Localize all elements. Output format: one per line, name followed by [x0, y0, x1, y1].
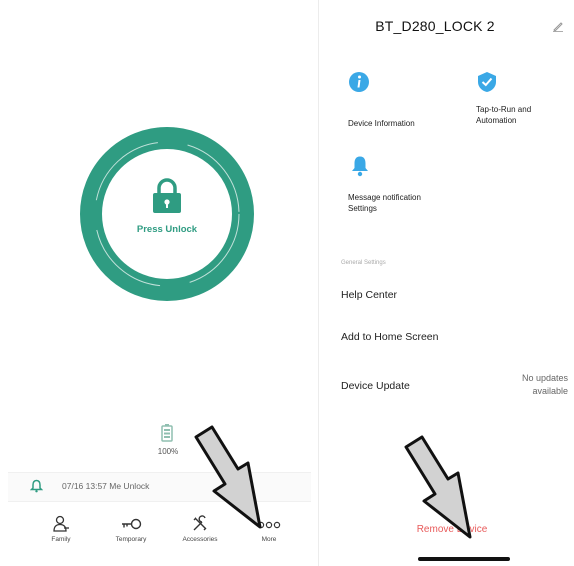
device-update-status-line-1: No updates: [521, 373, 568, 383]
tab-temporary[interactable]: Temporary: [101, 508, 161, 543]
tap-to-run-line-1: Tap-to-Run and: [476, 105, 532, 114]
person-icon: [53, 515, 69, 532]
press-unlock-label: Press Unlock: [136, 224, 198, 235]
tab-more-label: More: [261, 536, 277, 543]
lock-screen-panel: Press Unlock 100% 07/16 13:57 Me Unlock …: [0, 0, 319, 566]
key-icon: [122, 518, 142, 530]
message-notification-line-2: Settings: [348, 204, 377, 213]
check-shield-icon: [478, 72, 496, 92]
battery-percent: 100%: [157, 447, 179, 456]
device-settings-panel: BT_D280_LOCK 2 Device Information Tap-to…: [330, 0, 574, 566]
bottom-tab-bar: Family Temporary Accessories More: [0, 508, 318, 558]
add-to-home-screen-row[interactable]: Add to Home Screen: [341, 331, 438, 343]
section-header-general-settings: General Settings: [341, 260, 386, 266]
tap-to-run-label: Tap-to-Run and Automation: [476, 104, 531, 126]
bell-icon: [352, 156, 368, 177]
tab-accessories-label: Accessories: [182, 536, 218, 543]
unlock-ring: [80, 127, 254, 301]
unlock-button[interactable]: Press Unlock: [78, 125, 256, 303]
tab-family-label: Family: [51, 536, 71, 543]
message-notification-line-1: Message notification: [348, 193, 421, 202]
lock-icon: [153, 178, 181, 213]
tab-family[interactable]: Family: [31, 508, 91, 543]
bell-icon: [30, 479, 43, 493]
log-entry-text: 07/16 13:57 Me Unlock: [62, 481, 150, 491]
tap-to-run-line-2: Automation: [476, 116, 517, 125]
edit-pencil-icon[interactable]: [552, 20, 564, 32]
device-update-status-line-2: available: [532, 386, 568, 396]
home-indicator: [418, 557, 510, 561]
pointer-arrow-icon: [194, 425, 262, 529]
tab-temporary-label: Temporary: [115, 536, 147, 543]
help-center-row[interactable]: Help Center: [341, 289, 397, 301]
battery-icon: [161, 424, 173, 442]
device-update-row[interactable]: Device Update: [341, 380, 410, 392]
device-update-status: No updates available: [490, 372, 568, 398]
device-information-label: Device Information: [348, 118, 415, 129]
device-title: BT_D280_LOCK 2: [375, 18, 495, 34]
pointer-arrow-icon: [404, 435, 472, 539]
message-notification-label: Message notification Settings: [348, 192, 421, 214]
device-information-line-1: Device Information: [348, 119, 415, 128]
info-icon: [349, 72, 369, 92]
